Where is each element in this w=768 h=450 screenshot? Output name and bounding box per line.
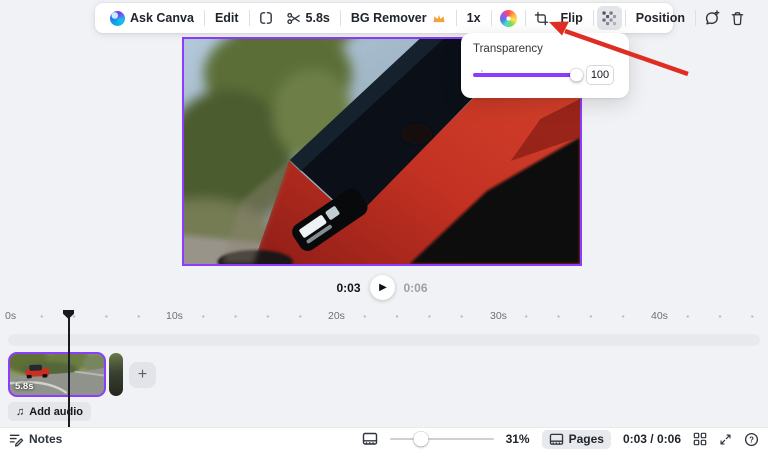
music-note-icon: ♫ <box>16 405 25 418</box>
color-button[interactable] <box>495 6 522 30</box>
timeline-view-icon <box>362 432 377 445</box>
crop-button[interactable] <box>529 6 554 30</box>
toolbar-divider <box>592 10 594 26</box>
trim-duration-button[interactable]: 5.8s <box>279 6 337 30</box>
help-button[interactable]: ? <box>744 432 759 447</box>
scissors-icon <box>286 12 300 24</box>
transparency-slider[interactable] <box>473 68 583 82</box>
clip-duration-badge: 5.8s <box>15 381 34 392</box>
ruler-label-10s: 10s <box>163 310 186 322</box>
toolbar-divider <box>248 10 250 26</box>
crown-pro-icon <box>433 14 445 22</box>
ruler-label-20s: 20s <box>325 310 348 322</box>
ruler-tick-dots <box>8 315 756 318</box>
toolbar-divider <box>339 10 341 26</box>
color-wheel-icon <box>499 9 517 27</box>
play-button[interactable]: ▶ <box>369 275 395 300</box>
svg-text:?: ? <box>749 435 754 444</box>
transparency-popup: Transparency 100 <box>461 33 629 98</box>
player-controls: 0:03 ▶ 0:06 <box>182 275 582 300</box>
fullscreen-button[interactable] <box>719 433 732 446</box>
playback-speed-button[interactable]: 1x <box>460 6 488 30</box>
transparency-button[interactable] <box>596 6 622 30</box>
add-audio-label: Add audio <box>29 405 84 418</box>
zoom-slider-handle[interactable] <box>413 431 429 447</box>
add-clip-button[interactable]: + <box>129 362 156 388</box>
delete-button[interactable] <box>725 6 750 30</box>
mirror-icon <box>259 12 272 24</box>
ask-canva-button[interactable]: Ask Canva <box>103 6 201 30</box>
clip-duration-label: 5.8s <box>305 11 330 25</box>
empty-track-strip <box>8 334 760 346</box>
toolbar-divider <box>624 10 626 26</box>
canva-video-editor: Ask Canva Edit 5.8s BG Remover 1x Flip P… <box>0 0 768 450</box>
flip-button[interactable]: Flip <box>554 6 590 30</box>
pages-icon <box>549 433 563 445</box>
slider-origin-dot <box>481 70 483 72</box>
expand-icon <box>720 433 731 445</box>
transparency-value-input[interactable]: 100 <box>586 65 614 85</box>
bottom-status-bar: Notes 31% Pages 0:03 / 0:06 ? <box>0 427 768 450</box>
timeline-view-button[interactable] <box>362 432 378 446</box>
pages-label: Pages <box>568 432 604 446</box>
notes-button[interactable]: Notes <box>9 432 62 447</box>
plus-icon: + <box>137 366 148 383</box>
zoom-level-label: 31% <box>505 432 530 446</box>
timeline-video-clip[interactable]: 5.8s <box>8 352 106 397</box>
ruler-label-30s: 30s <box>487 310 510 322</box>
position-button[interactable]: Position <box>629 6 692 30</box>
transparency-slider-handle[interactable] <box>570 68 583 82</box>
grid-view-icon <box>693 432 707 446</box>
pages-button[interactable]: Pages <box>541 429 611 449</box>
ask-canva-label: Ask Canva <box>130 11 194 25</box>
notes-icon <box>9 434 24 447</box>
add-comment-button[interactable] <box>699 6 725 30</box>
bg-remover-button[interactable]: BG Remover <box>344 6 453 30</box>
help-icon: ? <box>744 432 759 446</box>
editor-toolbar: Ask Canva Edit 5.8s BG Remover 1x Flip P… <box>95 3 744 33</box>
toolbar-divider <box>455 10 457 26</box>
toolbar-divider <box>524 10 526 26</box>
ask-canva-icon <box>110 10 125 26</box>
toolbar-divider <box>203 10 205 26</box>
ruler-label-40s: 40s <box>648 310 671 322</box>
notes-label: Notes <box>29 432 63 446</box>
play-icon: ▶ <box>379 282 387 293</box>
ruler-label-0s: 0s <box>2 310 20 322</box>
transparency-checkerboard-icon <box>602 11 616 25</box>
total-time-label: 0:06 <box>403 280 428 295</box>
trash-icon <box>731 11 744 25</box>
comment-plus-icon <box>705 10 720 25</box>
toolbar-divider <box>695 10 697 26</box>
edit-button[interactable]: Edit <box>208 6 246 30</box>
crop-icon <box>534 11 548 25</box>
grid-view-button[interactable] <box>693 432 707 446</box>
playhead-line <box>68 317 70 428</box>
mirror-pages-button[interactable] <box>253 6 279 30</box>
clip-trim-remainder[interactable] <box>109 353 123 396</box>
transparency-title: Transparency <box>473 43 543 55</box>
duration-display: 0:03 / 0:06 <box>622 432 681 446</box>
add-audio-button[interactable]: ♫ Add audio <box>8 402 92 421</box>
toolbar-divider <box>490 10 492 26</box>
zoom-slider[interactable] <box>389 431 494 447</box>
current-time-label: 0:03 <box>336 280 361 295</box>
